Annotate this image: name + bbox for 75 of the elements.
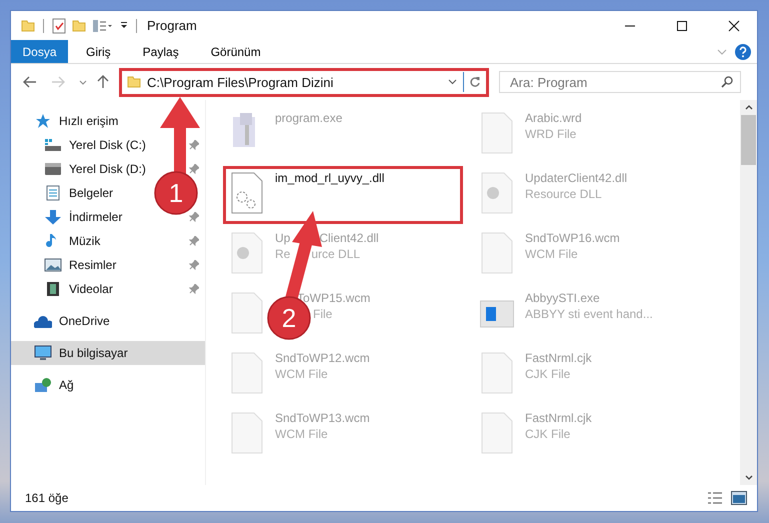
address-bar[interactable]: C:\Program Files\Program Dizini [119,68,489,96]
file-name[interactable]: im_mod_rl_uyvy_.dll [275,171,384,185]
back-arrow-icon[interactable] [23,76,37,88]
gear-file-icon[interactable] [230,171,264,215]
nav-label[interactable]: Ağ [59,378,74,392]
film-icon [44,281,62,297]
pin-icon[interactable] [189,236,199,246]
item-count: 161 öğe [25,491,68,505]
pin-icon[interactable] [189,212,199,222]
ribbon-tab[interactable]: Giriş [72,40,125,63]
nav-label[interactable]: Yerel Disk (D:) [69,162,146,176]
close-icon[interactable] [728,20,740,32]
picture-icon [44,257,62,273]
network-icon [34,377,52,393]
search-field[interactable]: Ara: Program [499,71,741,93]
file-type: WCM File [275,367,328,381]
download-icon [44,209,62,225]
file-type: WCM File [525,247,578,261]
nav-label[interactable]: Müzik [69,234,100,248]
file-type: CJK File [525,367,570,381]
drive-icon [44,161,62,177]
expand-ribbon-icon[interactable] [717,48,727,54]
dropdown-caret-icon[interactable] [448,79,457,85]
file-type: CJK File [525,427,570,441]
address-path: C:\Program Files\Program Dizini [147,74,334,90]
ribbon-tab[interactable]: Paylaş [128,40,193,63]
file-type-fragment: File [313,307,332,321]
pin-icon[interactable] [189,164,199,174]
nav-item-highlight[interactable]: Bu bilgisayar [11,341,205,365]
nav-label[interactable]: İndirmeler [69,210,122,224]
details-view-icon[interactable] [707,492,723,504]
large-icons-view-icon[interactable] [731,491,747,505]
file-type: WCM File [275,427,328,441]
file-type-fragment: Re [275,247,290,261]
customize-arrow-icon[interactable] [120,22,128,29]
drive-icon [44,137,62,153]
scroll-thumb[interactable] [741,115,756,165]
monitor-icon [34,345,52,361]
folder-icon [127,76,141,88]
window-title: Program [147,18,197,33]
nav-label[interactable]: Hızlı erişim [59,114,118,128]
nav-label[interactable]: Resimler [69,258,116,272]
ribbon-tab[interactable]: Görünüm [196,40,275,63]
recent-caret-icon[interactable] [79,80,87,84]
document-icon [44,185,62,201]
cloud-icon [34,313,52,329]
view-icon[interactable] [92,18,114,32]
search-icon[interactable] [721,76,733,88]
star-icon [34,113,52,129]
nav-label[interactable]: OneDrive [59,314,110,328]
file-type: Resource DLL [525,187,602,201]
folder-icon [21,20,35,32]
nav-label[interactable]: Videolar [69,282,113,296]
file-menu-button[interactable]: Dosya [11,40,68,63]
step-number-badge: 1 [154,171,198,215]
nav-label[interactable]: Yerel Disk (C:) [69,138,146,152]
file-type: WRD File [525,127,576,141]
properties-icon[interactable] [52,18,66,34]
nav-label[interactable]: Bu bilgisayar [59,346,128,360]
maximize-icon[interactable] [676,20,688,32]
minimize-icon[interactable] [624,24,636,26]
file-type: ABBYY sti event hand... [525,307,653,321]
scroll-down-icon[interactable] [744,475,752,480]
pin-icon[interactable] [189,284,199,294]
file-type-fragment: urce DLL [311,247,360,261]
new-folder-icon[interactable] [72,20,86,32]
help-icon[interactable] [735,44,751,60]
nav-label[interactable]: Belgeler [69,186,114,200]
scrollbar[interactable] [740,100,757,485]
pin-icon[interactable] [189,260,199,270]
scroll-up-icon[interactable] [744,105,752,110]
refresh-icon[interactable] [469,76,481,88]
pin-icon[interactable] [189,140,199,150]
up-arrow-icon[interactable] [97,75,109,89]
forward-arrow-icon[interactable] [51,76,65,88]
